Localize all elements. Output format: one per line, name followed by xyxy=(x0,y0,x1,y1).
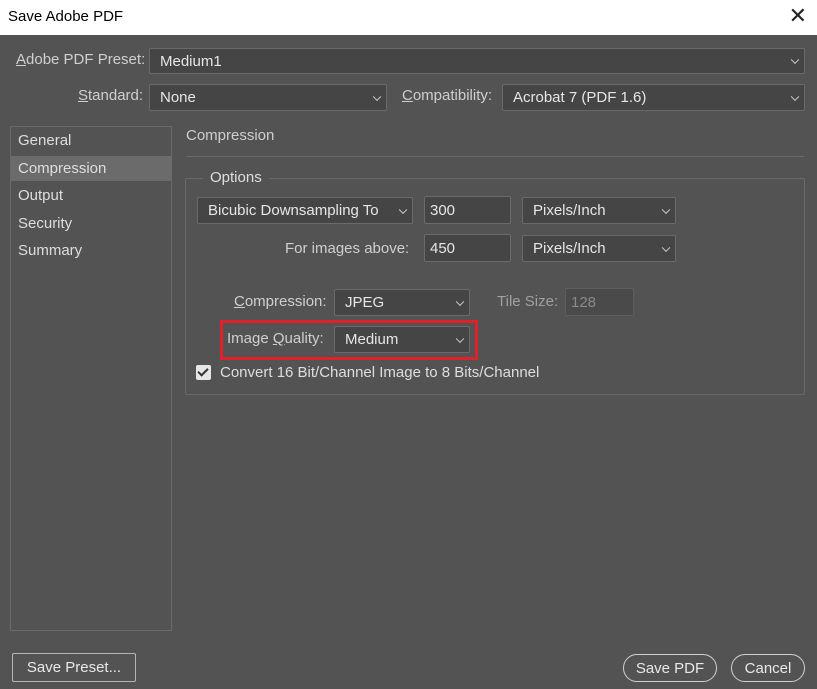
save-pdf-button[interactable]: Save PDF xyxy=(623,654,717,682)
convert-16bit-checkbox[interactable] xyxy=(196,365,211,380)
save-preset-button[interactable]: Save Preset... xyxy=(12,653,136,682)
compression-label-mnemonic: C xyxy=(234,293,245,310)
image-quality-value: Medium xyxy=(345,331,399,348)
compression-value: JPEG xyxy=(345,294,385,311)
image-quality-label-rest: uality: xyxy=(284,330,324,347)
downsampling-method-dropdown[interactable]: Bicubic Downsampling To xyxy=(197,197,413,224)
section-divider xyxy=(186,156,804,157)
compression-label-rest: ompression: xyxy=(244,293,327,310)
options-group-title: Options xyxy=(203,169,269,186)
downsample-unit-value: Pixels/Inch xyxy=(533,202,606,219)
sidebar-item-general[interactable]: General xyxy=(11,128,171,153)
chevron-down-icon xyxy=(455,297,465,306)
compression-dropdown[interactable]: JPEG xyxy=(334,289,470,316)
preset-label-rest: dobe PDF Preset: xyxy=(26,51,146,68)
tile-size-input: 128 xyxy=(565,288,634,316)
chevron-down-icon xyxy=(661,243,671,252)
standard-value: None xyxy=(160,89,196,106)
images-above-unit-value: Pixels/Inch xyxy=(533,240,606,257)
sidebar-item-security[interactable]: Security xyxy=(11,211,171,236)
image-quality-label: Image Quality: xyxy=(227,330,324,347)
preset-label-mnemonic: A xyxy=(16,51,27,68)
downsample-unit-dropdown[interactable]: Pixels/Inch xyxy=(522,197,676,224)
cancel-button[interactable]: Cancel xyxy=(731,654,805,682)
images-above-ppi-input[interactable]: 450 xyxy=(424,234,511,262)
downsampling-method-value: Bicubic Downsampling To xyxy=(208,202,379,219)
chevron-down-icon xyxy=(790,55,800,65)
sidebar-item-summary[interactable]: Summary xyxy=(11,238,171,263)
image-quality-label-mnemonic: Q xyxy=(272,330,285,347)
section-title: Compression xyxy=(186,127,275,144)
compatibility-dropdown[interactable]: Acrobat 7 (PDF 1.6) xyxy=(502,84,805,111)
preset-value: Medium1 xyxy=(160,52,222,70)
images-above-unit-dropdown[interactable]: Pixels/Inch xyxy=(522,235,676,262)
sidebar: General Compression Output Security Summ… xyxy=(10,126,172,631)
compression-label: Compression: xyxy=(234,293,327,310)
downsample-ppi-input[interactable]: 300 xyxy=(424,196,511,224)
sidebar-item-compression[interactable]: Compression xyxy=(11,156,171,181)
tile-size-label: Tile Size: xyxy=(497,293,559,310)
preset-dropdown[interactable]: Medium1 xyxy=(149,48,805,74)
standard-label-rest: tandard: xyxy=(88,87,144,104)
image-quality-label-start: Image xyxy=(227,330,273,347)
chevron-down-icon xyxy=(790,92,800,101)
compatibility-value: Acrobat 7 (PDF 1.6) xyxy=(513,89,647,106)
standard-label: Standard: xyxy=(78,87,143,104)
compatibility-label: Compatibility: xyxy=(402,87,492,104)
preset-label: Adobe PDF Preset: xyxy=(16,51,145,68)
title-bar: Save Adobe PDF ✕ xyxy=(0,0,817,35)
sidebar-item-output[interactable]: Output xyxy=(11,183,171,208)
convert-16bit-label[interactable]: Convert 16 Bit/Channel Image to 8 Bits/C… xyxy=(220,364,539,381)
compatibility-label-rest: ompatibility: xyxy=(412,87,493,104)
chevron-down-icon xyxy=(661,205,671,214)
standard-dropdown[interactable]: None xyxy=(149,84,387,111)
compatibility-label-mnemonic: C xyxy=(402,87,413,104)
window-title: Save Adobe PDF xyxy=(8,8,124,25)
close-icon[interactable]: ✕ xyxy=(789,5,807,27)
chevron-down-icon xyxy=(372,92,382,101)
standard-label-mnemonic: S xyxy=(78,87,89,104)
image-quality-dropdown[interactable]: Medium xyxy=(334,326,470,353)
chevron-down-icon xyxy=(398,205,408,214)
chevron-down-icon xyxy=(455,334,465,343)
images-above-label: For images above: xyxy=(285,240,410,257)
